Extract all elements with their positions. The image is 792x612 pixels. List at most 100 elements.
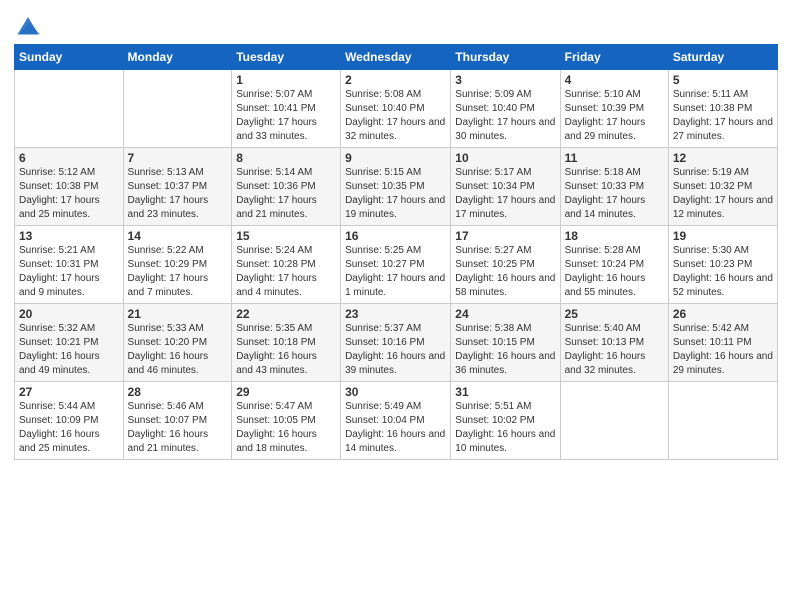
day-number: 20 (19, 307, 119, 321)
calendar-cell: 14Sunrise: 5:22 AMSunset: 10:29 PMDaylig… (123, 226, 232, 304)
logo-icon (14, 10, 42, 38)
day-number: 3 (455, 73, 555, 87)
day-info: Sunrise: 5:14 AMSunset: 10:36 PMDaylight… (236, 166, 336, 222)
calendar-cell: 9Sunrise: 5:15 AMSunset: 10:35 PMDayligh… (341, 148, 451, 226)
calendar-cell: 5Sunrise: 5:11 AMSunset: 10:38 PMDayligh… (668, 70, 777, 148)
calendar-cell: 26Sunrise: 5:42 AMSunset: 10:11 PMDaylig… (668, 304, 777, 382)
day-number: 2 (345, 73, 446, 87)
calendar-cell (560, 382, 668, 460)
day-number: 25 (565, 307, 664, 321)
day-info: Sunrise: 5:19 AMSunset: 10:32 PMDaylight… (673, 166, 773, 222)
calendar-week-row: 27Sunrise: 5:44 AMSunset: 10:09 PMDaylig… (15, 382, 778, 460)
day-number: 31 (455, 385, 555, 399)
day-number: 26 (673, 307, 773, 321)
calendar-cell: 17Sunrise: 5:27 AMSunset: 10:25 PMDaylig… (451, 226, 560, 304)
day-number: 8 (236, 151, 336, 165)
day-info: Sunrise: 5:22 AMSunset: 10:29 PMDaylight… (128, 244, 228, 300)
day-info: Sunrise: 5:51 AMSunset: 10:02 PMDaylight… (455, 400, 555, 456)
day-info: Sunrise: 5:32 AMSunset: 10:21 PMDaylight… (19, 322, 119, 378)
day-info: Sunrise: 5:12 AMSunset: 10:38 PMDaylight… (19, 166, 119, 222)
calendar-cell (15, 70, 124, 148)
day-number: 9 (345, 151, 446, 165)
day-number: 6 (19, 151, 119, 165)
day-info: Sunrise: 5:38 AMSunset: 10:15 PMDaylight… (455, 322, 555, 378)
day-info: Sunrise: 5:18 AMSunset: 10:33 PMDaylight… (565, 166, 664, 222)
day-info: Sunrise: 5:08 AMSunset: 10:40 PMDaylight… (345, 88, 446, 144)
day-number: 27 (19, 385, 119, 399)
day-number: 19 (673, 229, 773, 243)
day-number: 29 (236, 385, 336, 399)
weekday-header-monday: Monday (123, 45, 232, 70)
day-number: 18 (565, 229, 664, 243)
day-info: Sunrise: 5:46 AMSunset: 10:07 PMDaylight… (128, 400, 228, 456)
day-number: 11 (565, 151, 664, 165)
weekday-header-sunday: Sunday (15, 45, 124, 70)
day-info: Sunrise: 5:11 AMSunset: 10:38 PMDaylight… (673, 88, 773, 144)
calendar-cell: 24Sunrise: 5:38 AMSunset: 10:15 PMDaylig… (451, 304, 560, 382)
day-info: Sunrise: 5:27 AMSunset: 10:25 PMDaylight… (455, 244, 555, 300)
day-number: 12 (673, 151, 773, 165)
day-number: 28 (128, 385, 228, 399)
weekday-header-tuesday: Tuesday (232, 45, 341, 70)
day-info: Sunrise: 5:33 AMSunset: 10:20 PMDaylight… (128, 322, 228, 378)
calendar-cell: 25Sunrise: 5:40 AMSunset: 10:13 PMDaylig… (560, 304, 668, 382)
calendar-cell (123, 70, 232, 148)
calendar-cell: 10Sunrise: 5:17 AMSunset: 10:34 PMDaylig… (451, 148, 560, 226)
calendar-cell (668, 382, 777, 460)
day-number: 21 (128, 307, 228, 321)
weekday-header-saturday: Saturday (668, 45, 777, 70)
calendar-week-row: 6Sunrise: 5:12 AMSunset: 10:38 PMDayligh… (15, 148, 778, 226)
calendar-cell: 22Sunrise: 5:35 AMSunset: 10:18 PMDaylig… (232, 304, 341, 382)
day-info: Sunrise: 5:24 AMSunset: 10:28 PMDaylight… (236, 244, 336, 300)
weekday-header-thursday: Thursday (451, 45, 560, 70)
day-info: Sunrise: 5:09 AMSunset: 10:40 PMDaylight… (455, 88, 555, 144)
day-number: 10 (455, 151, 555, 165)
calendar-cell: 23Sunrise: 5:37 AMSunset: 10:16 PMDaylig… (341, 304, 451, 382)
day-info: Sunrise: 5:28 AMSunset: 10:24 PMDaylight… (565, 244, 664, 300)
calendar-cell: 4Sunrise: 5:10 AMSunset: 10:39 PMDayligh… (560, 70, 668, 148)
day-number: 15 (236, 229, 336, 243)
day-number: 7 (128, 151, 228, 165)
day-info: Sunrise: 5:35 AMSunset: 10:18 PMDaylight… (236, 322, 336, 378)
day-info: Sunrise: 5:44 AMSunset: 10:09 PMDaylight… (19, 400, 119, 456)
calendar-cell: 7Sunrise: 5:13 AMSunset: 10:37 PMDayligh… (123, 148, 232, 226)
calendar-cell: 6Sunrise: 5:12 AMSunset: 10:38 PMDayligh… (15, 148, 124, 226)
page-header (14, 10, 778, 38)
day-number: 4 (565, 73, 664, 87)
day-number: 5 (673, 73, 773, 87)
calendar-cell: 20Sunrise: 5:32 AMSunset: 10:21 PMDaylig… (15, 304, 124, 382)
calendar-table: SundayMondayTuesdayWednesdayThursdayFrid… (14, 44, 778, 460)
calendar-cell: 19Sunrise: 5:30 AMSunset: 10:23 PMDaylig… (668, 226, 777, 304)
day-number: 13 (19, 229, 119, 243)
day-info: Sunrise: 5:42 AMSunset: 10:11 PMDaylight… (673, 322, 773, 378)
day-info: Sunrise: 5:37 AMSunset: 10:16 PMDaylight… (345, 322, 446, 378)
calendar-cell: 30Sunrise: 5:49 AMSunset: 10:04 PMDaylig… (341, 382, 451, 460)
day-info: Sunrise: 5:07 AMSunset: 10:41 PMDaylight… (236, 88, 336, 144)
weekday-header-friday: Friday (560, 45, 668, 70)
day-number: 22 (236, 307, 336, 321)
calendar-cell: 2Sunrise: 5:08 AMSunset: 10:40 PMDayligh… (341, 70, 451, 148)
day-number: 23 (345, 307, 446, 321)
calendar-cell: 18Sunrise: 5:28 AMSunset: 10:24 PMDaylig… (560, 226, 668, 304)
logo (14, 10, 46, 38)
day-info: Sunrise: 5:10 AMSunset: 10:39 PMDaylight… (565, 88, 664, 144)
calendar-cell: 28Sunrise: 5:46 AMSunset: 10:07 PMDaylig… (123, 382, 232, 460)
calendar-cell: 8Sunrise: 5:14 AMSunset: 10:36 PMDayligh… (232, 148, 341, 226)
calendar-cell: 31Sunrise: 5:51 AMSunset: 10:02 PMDaylig… (451, 382, 560, 460)
calendar-week-row: 13Sunrise: 5:21 AMSunset: 10:31 PMDaylig… (15, 226, 778, 304)
day-number: 16 (345, 229, 446, 243)
day-info: Sunrise: 5:25 AMSunset: 10:27 PMDaylight… (345, 244, 446, 300)
calendar-cell: 16Sunrise: 5:25 AMSunset: 10:27 PMDaylig… (341, 226, 451, 304)
day-info: Sunrise: 5:40 AMSunset: 10:13 PMDaylight… (565, 322, 664, 378)
calendar-week-row: 20Sunrise: 5:32 AMSunset: 10:21 PMDaylig… (15, 304, 778, 382)
day-number: 30 (345, 385, 446, 399)
day-info: Sunrise: 5:47 AMSunset: 10:05 PMDaylight… (236, 400, 336, 456)
weekday-header-wednesday: Wednesday (341, 45, 451, 70)
calendar-cell: 3Sunrise: 5:09 AMSunset: 10:40 PMDayligh… (451, 70, 560, 148)
day-number: 1 (236, 73, 336, 87)
day-info: Sunrise: 5:49 AMSunset: 10:04 PMDaylight… (345, 400, 446, 456)
day-number: 17 (455, 229, 555, 243)
calendar-cell: 21Sunrise: 5:33 AMSunset: 10:20 PMDaylig… (123, 304, 232, 382)
calendar-week-row: 1Sunrise: 5:07 AMSunset: 10:41 PMDayligh… (15, 70, 778, 148)
day-info: Sunrise: 5:30 AMSunset: 10:23 PMDaylight… (673, 244, 773, 300)
